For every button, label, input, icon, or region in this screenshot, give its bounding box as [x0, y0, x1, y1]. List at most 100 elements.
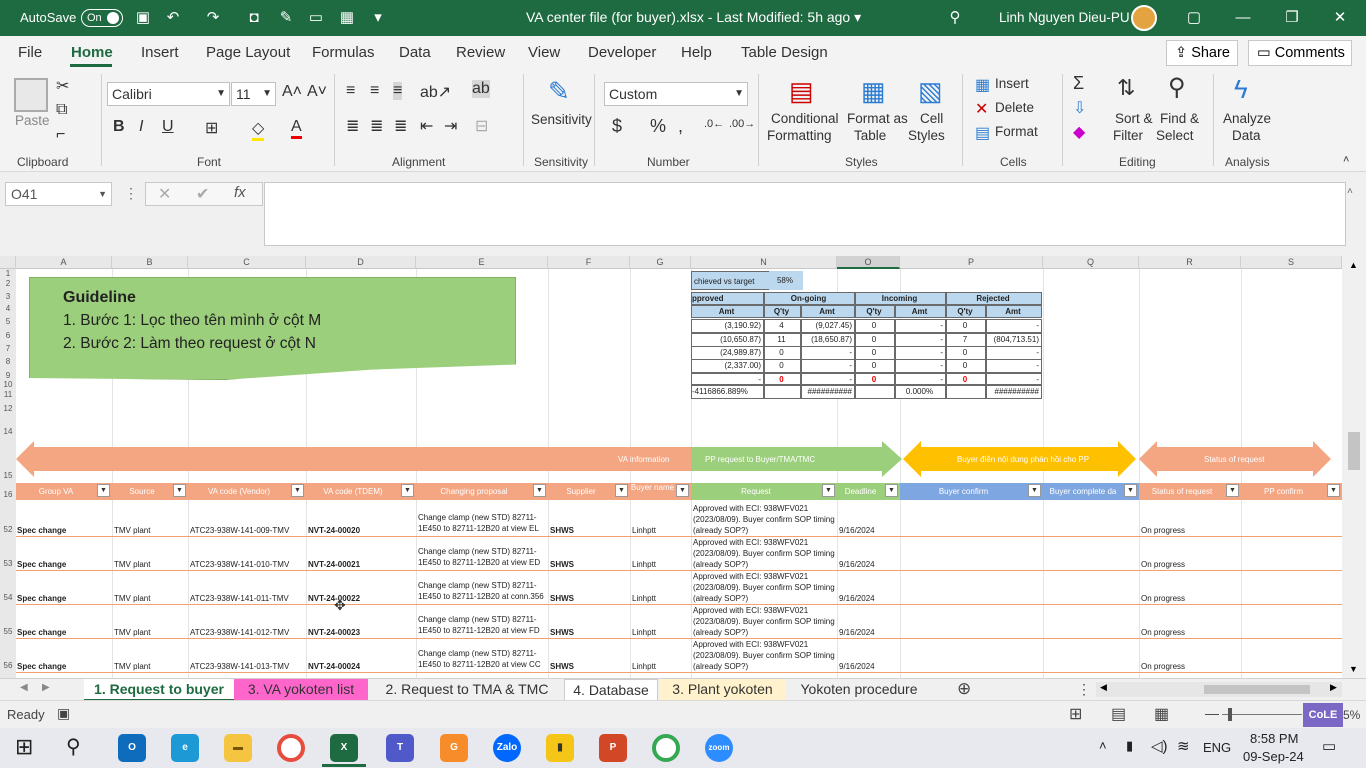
- summary-cell[interactable]: (9,027.45): [801, 319, 855, 333]
- paste-label[interactable]: Paste: [15, 113, 50, 128]
- summary-cell[interactable]: 0: [946, 346, 986, 360]
- next-sheet-icon[interactable]: ▶: [42, 682, 50, 693]
- filter-dropdown-icon[interactable]: ▼: [173, 484, 186, 497]
- table-row[interactable]: Spec change TMV plant ATC23-938W-141-009-T…: [16, 503, 1342, 537]
- tab-file[interactable]: File: [18, 44, 42, 61]
- table-cell-group[interactable]: Spec change: [17, 662, 66, 671]
- clear-icon[interactable]: ◆: [1073, 122, 1085, 142]
- summary-cell[interactable]: -: [895, 319, 946, 333]
- chevron-up-icon[interactable]: ˄: [1099, 738, 1107, 753]
- format-painter-icon[interactable]: ⌐: [56, 126, 65, 144]
- increase-decimal-icon[interactable]: .0←: [704, 118, 724, 130]
- zalo-icon[interactable]: Zalo: [493, 734, 521, 762]
- outlook-icon[interactable]: O: [118, 734, 146, 762]
- add-sheet-icon[interactable]: ⊕: [957, 679, 971, 699]
- sub-header[interactable]: Amt: [691, 305, 764, 318]
- close-icon[interactable]: ✕: [1330, 8, 1350, 28]
- summary-cell[interactable]: 0: [855, 359, 895, 373]
- table-cell-buyer[interactable]: Linhptt: [632, 560, 656, 569]
- table-cell-deadline[interactable]: 9/16/2024: [839, 526, 875, 535]
- comma-icon[interactable]: ,: [678, 116, 683, 137]
- table-cell-buyer[interactable]: Linhptt: [632, 628, 656, 637]
- prev-sheet-icon[interactable]: ◀: [20, 682, 28, 693]
- function-icon[interactable]: fx: [234, 184, 246, 201]
- summary-cell[interactable]: ##########: [801, 385, 855, 399]
- summary-cell[interactable]: [946, 385, 986, 399]
- macro-record-icon[interactable]: ▣: [57, 705, 70, 722]
- format-as-table-icon[interactable]: ▦: [861, 76, 886, 107]
- underline-icon[interactable]: U: [162, 118, 174, 136]
- increase-indent-icon[interactable]: ⇥: [444, 116, 457, 136]
- tab-home[interactable]: Home: [71, 44, 113, 61]
- row-header[interactable]: 15: [0, 471, 16, 480]
- scroll-thumb[interactable]: [1204, 685, 1310, 694]
- summary-cell[interactable]: (18,650.87): [801, 333, 855, 347]
- achieved-value[interactable]: 58%: [769, 271, 803, 290]
- sheet-tab[interactable]: 3. VA yokoten list: [234, 679, 368, 701]
- format-button[interactable]: Format: [995, 124, 1038, 139]
- summary-cell[interactable]: -: [801, 346, 855, 360]
- clock-date[interactable]: 09-Sep-24: [1243, 749, 1304, 764]
- row-header[interactable]: 3: [0, 292, 16, 301]
- comments-button[interactable]: ▭ Comments: [1248, 40, 1352, 66]
- tab-table-design[interactable]: Table Design: [741, 44, 828, 61]
- summary-cell[interactable]: (3,190.92): [691, 319, 764, 333]
- worksheet-grid[interactable]: Guideline 1. Bước 1: Lọc theo tên mình ở…: [16, 269, 1342, 678]
- summary-cell[interactable]: -: [691, 373, 764, 385]
- table-cell-status[interactable]: On progress: [1141, 526, 1185, 535]
- zoom-slider[interactable]: [1222, 714, 1302, 715]
- tab-view[interactable]: View: [528, 44, 560, 61]
- table-cell-buyer[interactable]: Linhptt: [632, 662, 656, 671]
- summary-cell[interactable]: -: [986, 346, 1042, 360]
- ribbon-display-icon[interactable]: ▢: [1184, 8, 1204, 28]
- column-header[interactable]: N: [691, 256, 837, 269]
- restore-icon[interactable]: ❐: [1282, 8, 1302, 28]
- table-cell-supplier[interactable]: SHWS: [550, 628, 574, 637]
- fill-icon[interactable]: ⇩: [1073, 98, 1086, 118]
- column-header[interactable]: E: [416, 256, 548, 269]
- form-icon[interactable]: ▦: [337, 8, 357, 28]
- zoom-slider-thumb[interactable]: [1228, 708, 1232, 721]
- decrease-decimal-icon[interactable]: .00→: [729, 118, 755, 130]
- row-header[interactable]: 11: [0, 390, 16, 399]
- chrome-icon[interactable]: [277, 734, 305, 762]
- approved-header[interactable]: pproved: [691, 292, 764, 305]
- summary-cell[interactable]: 0: [855, 346, 895, 360]
- delete-cells-icon[interactable]: ✕: [975, 99, 988, 119]
- table-cell-deadline[interactable]: 9/16/2024: [839, 662, 875, 671]
- table-cell-supplier[interactable]: SHWS: [550, 662, 574, 671]
- column-header[interactable]: G: [630, 256, 691, 269]
- summary-cell[interactable]: ##########: [986, 385, 1042, 399]
- font-size-combo[interactable]: 11 ▼: [231, 82, 276, 106]
- summary-cell[interactable]: 4: [764, 319, 801, 333]
- table-cell-request[interactable]: Approved with ECI: 938WFV021 (2023/08/09…: [693, 503, 836, 537]
- filter-dropdown-icon[interactable]: ▼: [401, 484, 414, 497]
- save-icon[interactable]: ▣: [133, 8, 153, 28]
- tab-formulas[interactable]: Formulas: [312, 44, 375, 61]
- table-cell-source[interactable]: TMV plant: [114, 526, 150, 535]
- table-cell-group[interactable]: Spec change: [17, 560, 66, 569]
- column-header[interactable]: A: [16, 256, 112, 269]
- language-indicator[interactable]: ENG: [1203, 740, 1231, 755]
- select-all[interactable]: [0, 256, 16, 269]
- table-cell-source[interactable]: TMV plant: [114, 560, 150, 569]
- table-row[interactable]: Spec change TMV plant ATC23-938W-141-010-T…: [16, 537, 1342, 571]
- table-cell-tdem-code[interactable]: NVT-24-00024: [308, 662, 360, 671]
- grow-font-icon[interactable]: A˄: [282, 83, 302, 101]
- va-info-band[interactable]: [16, 441, 691, 477]
- format-as-label[interactable]: Format as: [847, 111, 908, 126]
- summary-cell[interactable]: [764, 385, 801, 399]
- summary-cell[interactable]: -: [895, 346, 946, 360]
- table-cell-source[interactable]: TMV plant: [114, 594, 150, 603]
- row-header[interactable]: 55: [0, 627, 16, 636]
- enter-icon[interactable]: ✔: [196, 184, 209, 204]
- chrome-icon[interactable]: [652, 734, 680, 762]
- number-format-combo[interactable]: Custom ▼: [604, 82, 748, 106]
- summary-cell[interactable]: (10,650.87): [691, 333, 764, 347]
- cancel-icon[interactable]: ✕: [158, 184, 171, 204]
- table-cell-vendor-code[interactable]: ATC23-938W-141-013-TMV: [190, 662, 289, 671]
- sort-label[interactable]: Sort &: [1115, 111, 1153, 126]
- borders-icon[interactable]: ⊞: [205, 118, 218, 138]
- table-cell-vendor-code[interactable]: ATC23-938W-141-010-TMV: [190, 560, 289, 569]
- summary-cell[interactable]: 0: [946, 373, 986, 385]
